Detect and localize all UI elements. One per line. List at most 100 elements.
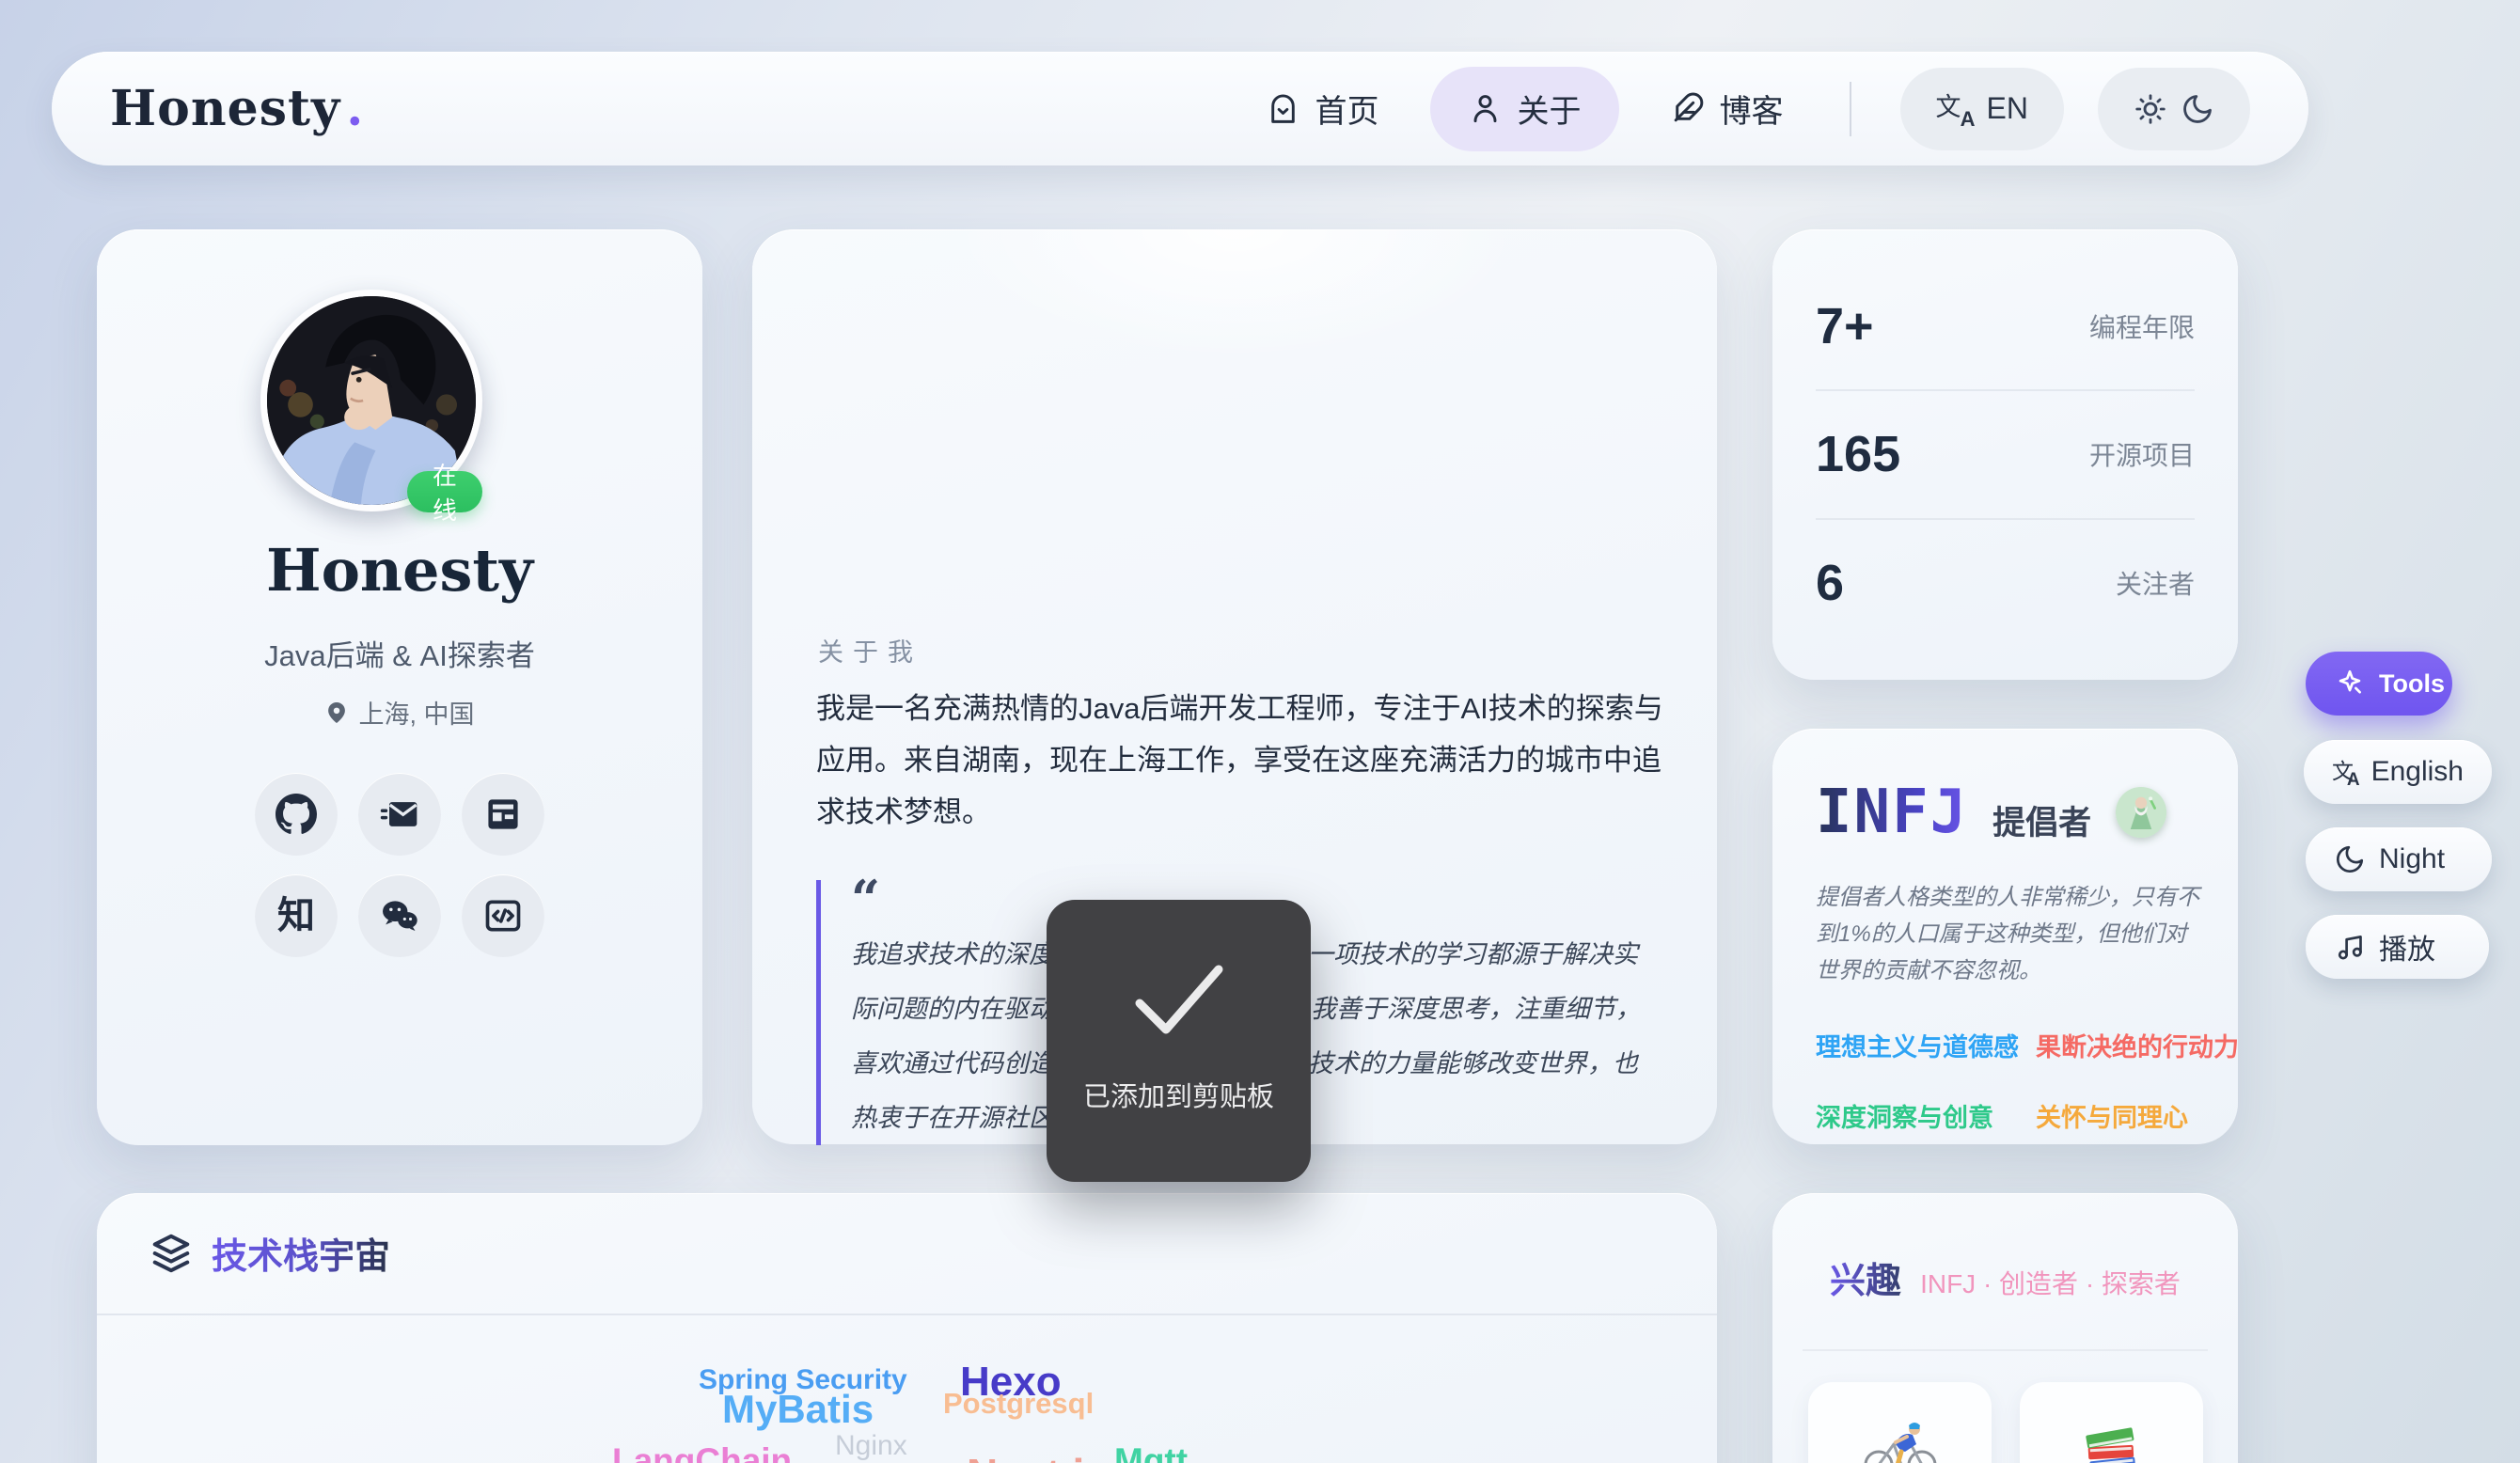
trait-item: 关怀与同理心 xyxy=(2036,1097,2239,1134)
social-links-row xyxy=(255,773,544,856)
zhihu-button[interactable]: 知 xyxy=(255,874,338,957)
divider xyxy=(1803,1349,2208,1351)
profile-location: 上海, 中国 xyxy=(97,694,702,731)
stats-card: 7+ 编程年限 165 开源项目 6 关注者 xyxy=(1772,229,2238,680)
personality-description: 提倡者人格类型的人非常稀少，只有不到1%的人口属于这种类型，但他们对世界的贡献不… xyxy=(1816,879,2201,989)
nav-item-label: 关于 xyxy=(1518,86,1582,132)
stat-value: 7+ xyxy=(1816,297,1874,355)
nav-item-home[interactable]: 首页 xyxy=(1249,67,1396,151)
interest-item-reading[interactable] xyxy=(2020,1382,2203,1463)
social-links-row: 知 xyxy=(255,874,544,957)
cyclist-icon xyxy=(1860,1382,1941,1463)
stat-label: 关注者 xyxy=(2116,564,2195,602)
feather-icon xyxy=(1670,91,1705,126)
moon-icon xyxy=(2334,843,2366,875)
location-pin-icon xyxy=(324,700,349,725)
stat-label: 开源项目 xyxy=(2089,435,2195,473)
wechat-button[interactable] xyxy=(358,874,441,957)
trait-item: 深度洞察与创意 xyxy=(1816,1097,2019,1134)
stat-row: 165 开源项目 xyxy=(1816,389,2195,517)
books-icon xyxy=(2071,1382,2152,1463)
trait-item: 果断决绝的行动力 xyxy=(2036,1027,2239,1063)
translate-icon: 文A xyxy=(2332,756,2358,788)
sparkle-icon xyxy=(2334,668,2366,700)
language-toggle[interactable]: 文A EN xyxy=(1900,68,2064,150)
personality-alias: 提倡者 xyxy=(1992,796,2091,844)
code-button[interactable] xyxy=(462,874,544,957)
tech-tag[interactable]: Postgresql xyxy=(943,1387,1094,1421)
interests-grid xyxy=(1808,1382,2203,1463)
tech-stack-title: 技术栈宇宙 xyxy=(212,1227,390,1279)
night-mode-button[interactable]: Night xyxy=(2306,827,2492,891)
interests-title: 兴趣 xyxy=(1830,1251,1901,1303)
home-icon xyxy=(1266,91,1300,126)
nav-item-blog[interactable]: 博客 xyxy=(1653,67,1801,151)
translate-icon: 文A xyxy=(1936,90,1974,128)
profile-location-text: 上海, 中国 xyxy=(358,694,474,731)
moon-icon xyxy=(2181,92,2214,126)
nav-item-label: 首页 xyxy=(1315,86,1379,132)
tech-tag[interactable]: MyBatis xyxy=(722,1387,874,1432)
brand-name: Honesty xyxy=(110,80,340,137)
language-button[interactable]: 文A English xyxy=(2304,740,2492,804)
nav-divider xyxy=(1850,82,1851,136)
tech-tag[interactable]: Mqtt xyxy=(1114,1441,1188,1463)
personality-mascot-icon xyxy=(2116,787,2166,838)
brand-dot: . xyxy=(346,80,364,137)
layers-icon xyxy=(150,1232,193,1275)
interests-card: 兴趣 INFJ · 创造者 · 探索者 xyxy=(1772,1193,2238,1463)
tech-tag[interactable]: Next.js xyxy=(967,1449,1109,1463)
email-button[interactable] xyxy=(358,773,441,856)
about-section-label: 关于我 xyxy=(818,632,922,669)
clipboard-toast: 已添加到剪贴板 xyxy=(1047,900,1311,1182)
trait-item: 理想主义与道德感 xyxy=(1816,1027,2019,1063)
tech-word-cloud: Spring Security MyBatis Hexo Postgresql … xyxy=(97,1314,1717,1463)
nav-item-label: 博客 xyxy=(1720,86,1784,132)
theme-toggle[interactable] xyxy=(2098,68,2250,150)
personality-type: INFJ xyxy=(1816,778,1968,847)
code-icon xyxy=(482,895,524,936)
mail-icon xyxy=(379,794,420,835)
brand-logo[interactable]: Honesty. xyxy=(110,80,364,137)
page: Honesty. 首页 关于 博客 文A xyxy=(0,0,2520,1463)
avatar: 在线 xyxy=(260,290,482,511)
music-icon xyxy=(2334,931,2366,963)
tech-stack-header: 技术栈宇宙 xyxy=(150,1227,390,1279)
play-music-button-label: 播放 xyxy=(2379,926,2435,967)
status-badge: 在线 xyxy=(407,471,482,512)
tech-tag[interactable]: LangChain xyxy=(612,1441,792,1463)
play-music-button[interactable]: 播放 xyxy=(2306,915,2489,979)
nav-item-about[interactable]: 关于 xyxy=(1430,67,1619,151)
language-button-label: English xyxy=(2371,756,2464,788)
interest-item-cycling[interactable] xyxy=(1808,1382,1992,1463)
stat-label: 编程年限 xyxy=(2089,307,2195,345)
stat-value: 165 xyxy=(1816,425,1900,483)
tech-stack-card: 技术栈宇宙 Spring Security MyBatis Hexo Postg… xyxy=(97,1193,1717,1463)
personality-card: INFJ 提倡者 提倡者人格类型的人非常稀少，只有不到1%的人口属于这种类型，但… xyxy=(1772,729,2238,1144)
tools-button-label: Tools xyxy=(2379,669,2445,699)
profile-name: Honesty xyxy=(97,536,702,605)
about-text: 我是一名充满热情的Java后端开发工程师，专注于AI技术的探索与应用。来自湖南，… xyxy=(816,683,1672,838)
personality-header: INFJ 提倡者 xyxy=(1816,778,2195,847)
navbar: Honesty. 首页 关于 博客 文A xyxy=(52,52,2308,165)
profile-title: Java后端 & AI探索者 xyxy=(97,632,702,674)
stat-row: 7+ 编程年限 xyxy=(1816,263,2195,389)
blog-icon xyxy=(482,794,524,835)
stat-value: 6 xyxy=(1816,554,1844,612)
profile-card: 在线 Honesty Java后端 & AI探索者 上海, 中国 xyxy=(97,229,702,1145)
interests-header: 兴趣 INFJ · 创造者 · 探索者 xyxy=(1772,1251,2238,1303)
nav-menu: 首页 关于 博客 文A EN xyxy=(1249,67,2250,151)
user-icon xyxy=(1468,91,1503,126)
toast-message: 已添加到剪贴板 xyxy=(1047,1075,1311,1114)
wechat-icon xyxy=(379,895,420,936)
tech-tag[interactable]: Nginx xyxy=(835,1430,907,1462)
blog-button[interactable] xyxy=(462,773,544,856)
night-mode-button-label: Night xyxy=(2379,843,2445,875)
github-button[interactable] xyxy=(255,773,338,856)
tools-button[interactable]: Tools xyxy=(2306,652,2452,716)
interests-subtitle: INFJ · 创造者 · 探索者 xyxy=(1920,1264,2181,1301)
github-icon xyxy=(276,794,317,835)
trait-grid: 理想主义与道德感 果断决绝的行动力 深度洞察与创意 关怀与同理心 xyxy=(1816,1027,2195,1134)
language-toggle-label: EN xyxy=(1987,91,2028,126)
stat-row: 6 关注者 xyxy=(1816,518,2195,646)
